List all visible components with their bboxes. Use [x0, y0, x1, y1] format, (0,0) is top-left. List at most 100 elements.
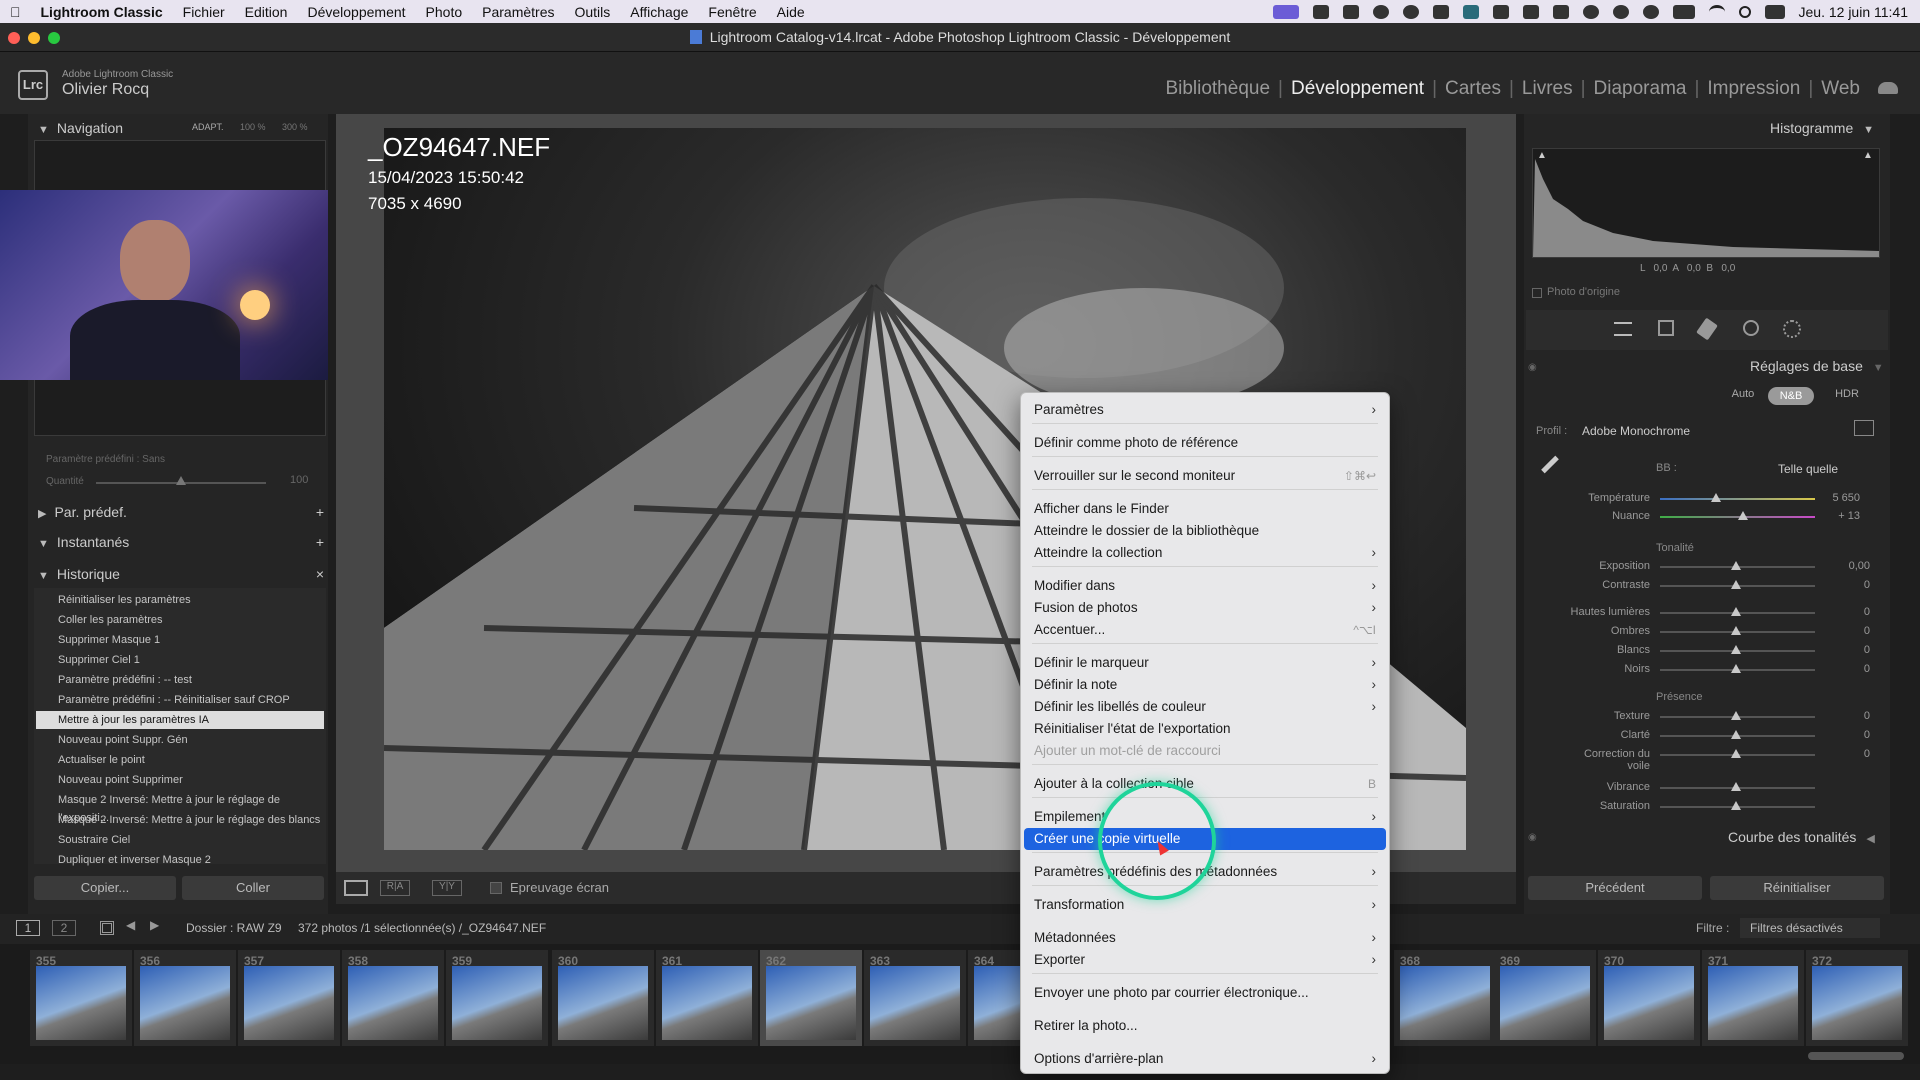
menu-parametres[interactable]: Paramètres: [472, 4, 564, 20]
menu-item[interactable]: Atteindre la collection ›: [1034, 543, 1376, 563]
menu-item[interactable]: Définir le marqueur ›: [1034, 653, 1376, 673]
menu-item[interactable]: Paramètres ›: [1034, 400, 1376, 420]
histogram[interactable]: [1532, 148, 1880, 258]
filter-dropdown[interactable]: Filtres désactivés: [1740, 918, 1880, 938]
menu-item[interactable]: Retirer la photo...: [1034, 1016, 1376, 1036]
app-menu[interactable]: Lightroom Classic: [31, 4, 173, 20]
menu-outils[interactable]: Outils: [564, 4, 620, 20]
visibility-eye-icon[interactable]: ◉: [1528, 832, 1537, 843]
slider-thumb[interactable]: [1731, 730, 1741, 739]
slider-thumb[interactable]: [1731, 580, 1741, 589]
masking-icon[interactable]: [1783, 320, 1801, 338]
clock-icon[interactable]: [1642, 4, 1659, 19]
treatment-auto[interactable]: Auto: [1726, 388, 1760, 404]
menu-item[interactable]: Exporter ›: [1034, 950, 1376, 970]
battery-icon[interactable]: [1672, 4, 1695, 19]
menu-item[interactable]: Atteindre le dossier de la bibliothèque: [1034, 521, 1376, 541]
module-livres[interactable]: Livres: [1522, 78, 1573, 100]
edit-sliders-icon[interactable]: [1614, 322, 1632, 336]
pr-icon[interactable]: [1462, 4, 1479, 19]
menu-item[interactable]: Métadonnées ›: [1034, 928, 1376, 948]
crop-icon[interactable]: [1658, 320, 1674, 336]
filmstrip-thumbnail[interactable]: 359: [446, 950, 548, 1046]
filmstrip-scrollbar[interactable]: [1808, 1052, 1904, 1060]
temp-slider[interactable]: [1660, 498, 1815, 500]
before-after-icon[interactable]: R|A: [380, 880, 410, 896]
slider-thumb[interactable]: [1731, 645, 1741, 654]
screen-share-icon[interactable]: [1272, 4, 1299, 19]
user-icon[interactable]: [1582, 4, 1599, 19]
forward-arrow-icon[interactable]: ▶: [150, 918, 159, 932]
menu-item[interactable]: Envoyer une photo par courrier électroni…: [1034, 983, 1376, 1003]
menu-item[interactable]: Options d'arrière-plan ›: [1034, 1049, 1376, 1069]
previous-button[interactable]: Précédent: [1528, 876, 1702, 900]
history-header[interactable]: ▼ Historique ×: [38, 566, 324, 582]
history-step[interactable]: Supprimer Masque 1: [58, 631, 333, 649]
history-step[interactable]: Coller les paramètres: [58, 611, 333, 629]
tone-curve-header[interactable]: Courbe des tonalités ◀: [1728, 829, 1883, 845]
tint-thumb[interactable]: [1738, 511, 1748, 520]
source-label[interactable]: Dossier : RAW Z9: [186, 921, 282, 935]
copy-button[interactable]: Copier...: [34, 876, 176, 900]
quantity-thumb[interactable]: [176, 476, 186, 485]
clear-history-icon[interactable]: ×: [316, 566, 324, 582]
menu-item[interactable]: Verrouiller sur le second moniteur ⇧⌘↩: [1034, 466, 1376, 486]
control-center-icon[interactable]: [1764, 4, 1785, 19]
menu-edition[interactable]: Edition: [235, 4, 298, 20]
module-developpement[interactable]: Développement: [1291, 78, 1424, 100]
slider-thumb[interactable]: [1731, 711, 1741, 720]
filmstrip-thumbnail[interactable]: 363: [864, 950, 966, 1046]
before-after-split-icon[interactable]: Y|Y: [432, 880, 462, 896]
loupe-view-icon[interactable]: [344, 880, 368, 896]
menu-aide[interactable]: Aide: [767, 4, 815, 20]
menu-item[interactable]: Transformation ›: [1034, 895, 1376, 915]
treatment-bw[interactable]: N&B: [1768, 387, 1814, 405]
menu-item[interactable]: Réinitialiser l'état de l'exportation: [1034, 719, 1376, 739]
history-step[interactable]: Nouveau point Suppr. Gén: [58, 731, 333, 749]
menu-affichage[interactable]: Affichage: [620, 4, 698, 20]
red-eye-icon[interactable]: [1743, 320, 1759, 336]
history-step[interactable]: Paramètre prédéfini : -- Réinitialiser s…: [58, 691, 333, 709]
slider-thumb[interactable]: [1731, 801, 1741, 810]
histogram-header[interactable]: Histogramme ▼: [1770, 120, 1882, 136]
module-impression[interactable]: Impression: [1707, 78, 1800, 100]
search-icon[interactable]: [1738, 5, 1751, 18]
grid-view-icon[interactable]: [100, 921, 114, 935]
filmstrip-thumbnail[interactable]: 362: [760, 950, 862, 1046]
camera-icon[interactable]: [1342, 4, 1359, 19]
paste-button[interactable]: Coller: [182, 876, 324, 900]
basic-panel-header[interactable]: Réglages de base ▼: [1750, 358, 1892, 374]
history-step[interactable]: Supprimer Ciel 1: [58, 651, 333, 669]
module-cartes[interactable]: Cartes: [1445, 78, 1501, 100]
play-icon[interactable]: [1612, 4, 1629, 19]
profile-browser-icon[interactable]: [1854, 420, 1874, 436]
history-step[interactable]: Mettre à jour les paramètres IA: [36, 711, 324, 729]
history-step[interactable]: Réinitialiser les paramètres: [58, 591, 333, 609]
menu-item[interactable]: Définir la note ›: [1034, 675, 1376, 695]
history-step[interactable]: Paramètre prédéfini : -- test: [58, 671, 333, 689]
module-web[interactable]: Web: [1821, 78, 1860, 100]
filmstrip-thumbnail[interactable]: 369: [1494, 950, 1596, 1046]
close-window-button[interactable]: [8, 32, 20, 44]
filmstrip-thumbnail[interactable]: 360: [552, 950, 654, 1046]
filmstrip-thumbnail[interactable]: 361: [656, 950, 758, 1046]
reset-button[interactable]: Réinitialiser: [1710, 876, 1884, 900]
back-arrow-icon[interactable]: ◀: [126, 918, 135, 932]
slider-thumb[interactable]: [1731, 664, 1741, 673]
presets-header[interactable]: ▶ Par. prédef. +: [38, 504, 324, 520]
history-step[interactable]: Nouveau point Supprimer: [58, 771, 333, 789]
wb-dropdown[interactable]: Telle quelle: [1778, 462, 1838, 476]
tool-icon[interactable]: [1492, 4, 1509, 19]
filmstrip-thumbnail[interactable]: 357: [238, 950, 340, 1046]
slider-thumb[interactable]: [1731, 607, 1741, 616]
zoom-fit[interactable]: ADAPT.: [192, 122, 224, 132]
menu-item[interactable]: Modifier dans ›: [1034, 576, 1376, 596]
filmstrip-thumbnail[interactable]: 356: [134, 950, 236, 1046]
highlight-clipping-icon[interactable]: ▲: [1863, 150, 1873, 161]
slider-thumb[interactable]: [1731, 626, 1741, 635]
minimize-window-button[interactable]: [28, 32, 40, 44]
photo-count[interactable]: 372 photos /1 sélectionnée(s) /_OZ94647.…: [298, 921, 546, 935]
menu-item[interactable]: Accentuer... ^⌥I: [1034, 620, 1376, 640]
history-step[interactable]: Masque 2 Inversé: Mettre à jour le régla…: [58, 791, 333, 824]
menu-item[interactable]: Afficher dans le Finder: [1034, 499, 1376, 519]
